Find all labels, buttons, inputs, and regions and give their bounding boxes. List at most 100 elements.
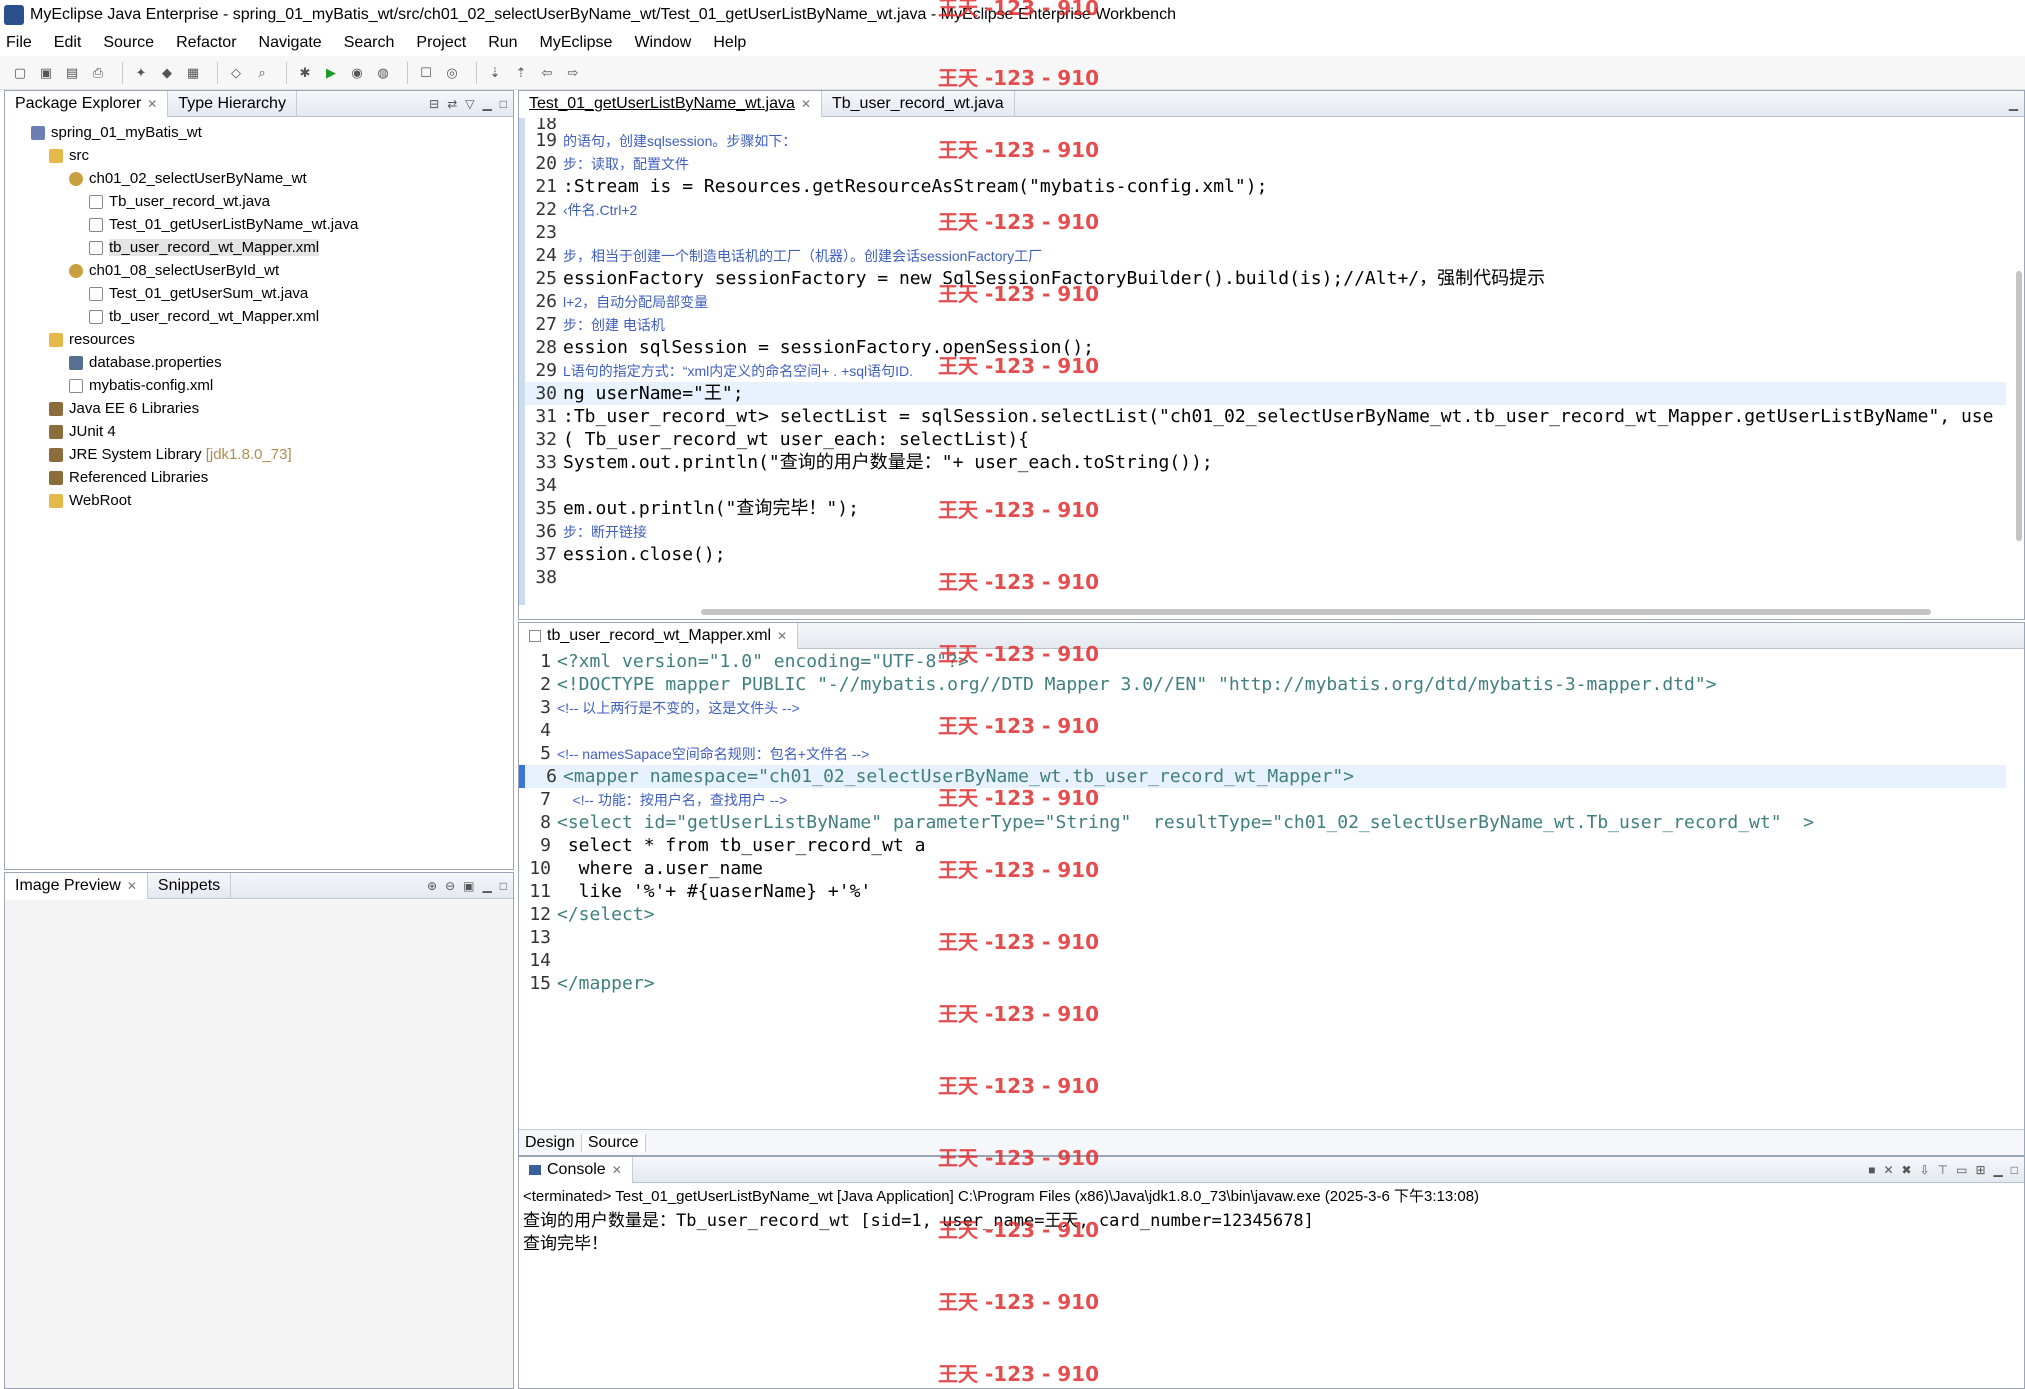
- java-code-area[interactable]: 18 19 的语句，创建sqlsession。步骤如下： 20 步：读取，配置文件 …: [519, 118, 2006, 605]
- tree-item-java[interactable]: Tb_user_record_wt.java: [5, 190, 513, 213]
- tab-console[interactable]: Console ✕: [519, 1156, 633, 1183]
- collapse-all-icon[interactable]: ⊟: [429, 97, 439, 111]
- menu-run[interactable]: Run: [488, 34, 517, 52]
- run-tools-icon[interactable]: ◉: [347, 63, 367, 83]
- minimize-icon[interactable]: ▁: [483, 879, 492, 893]
- tab-source[interactable]: Source: [580, 1133, 646, 1152]
- menu-refactor[interactable]: Refactor: [176, 34, 236, 52]
- scroll-lock-icon[interactable]: ⇩: [1920, 1163, 1930, 1177]
- link-editor-icon[interactable]: ⇄: [447, 97, 457, 111]
- tree-item-java[interactable]: Test_01_getUserSum_wt.java: [5, 282, 513, 305]
- code-line: 28 ession sqlSession = sessionFactory.ope…: [535, 337, 1095, 358]
- package-icon: [69, 171, 83, 186]
- close-icon[interactable]: ✕: [127, 879, 137, 893]
- tab-tb-user-record[interactable]: Tb_user_record_wt.java: [822, 90, 1015, 117]
- menu-source[interactable]: Source: [103, 34, 154, 52]
- menu-myeclipse[interactable]: MyEclipse: [540, 34, 613, 52]
- save-icon[interactable]: ▣: [36, 63, 56, 83]
- tree-item-src[interactable]: src: [5, 144, 513, 167]
- menu-edit[interactable]: Edit: [54, 34, 82, 52]
- code-line: 15 </mapper>: [529, 973, 655, 994]
- tab-image-preview[interactable]: Image Preview ✕: [5, 872, 148, 899]
- menu-navigate[interactable]: Navigate: [259, 34, 322, 52]
- prev-annotation-icon[interactable]: ⇡: [511, 63, 531, 83]
- tree-item-java[interactable]: Test_01_getUserListByName_wt.java: [5, 213, 513, 236]
- code-line: 13: [529, 927, 551, 948]
- task-icon[interactable]: ☐: [416, 63, 436, 83]
- tree-item-library[interactable]: JRE System Library [jdk1.8.0_73]: [5, 443, 513, 466]
- tree-item-resources[interactable]: resources: [5, 328, 513, 351]
- open-type-icon[interactable]: ◇: [226, 63, 246, 83]
- console-header: Console ✕ ■ ✕ ✖ ⇩ ⊤ ▭ ⊞ ▁ □: [519, 1156, 2024, 1183]
- terminate-icon[interactable]: ■: [1868, 1163, 1875, 1177]
- xml-editor-pane: tb_user_record_wt_Mapper.xml ✕ 1 <?xml ve…: [518, 622, 2025, 1156]
- xml-code-area[interactable]: 1 <?xml version="1.0" encoding="UTF-8"?> …: [519, 650, 2006, 1105]
- toolbar-separator: [286, 61, 287, 84]
- server-icon[interactable]: ▦: [183, 63, 203, 83]
- remove-launch-icon[interactable]: ✕: [1883, 1163, 1893, 1177]
- open-console-icon[interactable]: ⊞: [1975, 1163, 1985, 1177]
- project-icon: [31, 125, 45, 140]
- back-icon[interactable]: ⇦: [537, 63, 557, 83]
- new-icon[interactable]: ▢: [10, 63, 30, 83]
- fit-icon[interactable]: ▣: [463, 879, 474, 893]
- tree-item-properties[interactable]: database.properties: [5, 351, 513, 374]
- tab-type-hierarchy[interactable]: Type Hierarchy: [168, 90, 297, 117]
- vertical-scrollbar[interactable]: [2016, 271, 2022, 541]
- coverage-icon[interactable]: ◍: [373, 63, 393, 83]
- menu-file[interactable]: File: [6, 34, 32, 52]
- xml-file-icon: [529, 629, 541, 642]
- minimize-icon[interactable]: ▁: [2009, 97, 2018, 111]
- tree-item-package[interactable]: ch01_08_selectUserById_wt: [5, 259, 513, 282]
- menu-help[interactable]: Help: [713, 34, 746, 52]
- close-icon[interactable]: ✕: [777, 629, 787, 643]
- web-icon[interactable]: ◎: [442, 63, 462, 83]
- display-console-icon[interactable]: ▭: [1956, 1163, 1967, 1177]
- zoom-out-icon[interactable]: ⊖: [445, 879, 455, 893]
- close-icon[interactable]: ✕: [612, 1163, 622, 1177]
- minimize-icon[interactable]: ▁: [483, 97, 492, 111]
- print-icon[interactable]: ⎙: [88, 63, 108, 83]
- next-annotation-icon[interactable]: ⇣: [485, 63, 505, 83]
- search-icon[interactable]: ⌕: [252, 63, 272, 83]
- code-line: 29 L语句的指定方式：“xml内定义的命名空间+ . +sql语句ID.: [535, 360, 914, 381]
- tree-item-webroot[interactable]: WebRoot: [5, 489, 513, 512]
- forward-icon[interactable]: ⇨: [563, 63, 583, 83]
- horizontal-scrollbar[interactable]: [701, 609, 1931, 615]
- run-icon[interactable]: ▶: [321, 63, 341, 83]
- minimize-icon[interactable]: ▁: [1994, 1163, 2003, 1177]
- tab-xml-editor[interactable]: tb_user_record_wt_Mapper.xml ✕: [519, 622, 799, 649]
- save-all-icon[interactable]: ▤: [62, 63, 82, 83]
- tab-java-editor[interactable]: Test_01_getUserListByName_wt.java ✕: [519, 90, 822, 117]
- tree-item-xml[interactable]: tb_user_record_wt_Mapper.xml: [5, 305, 513, 328]
- tree-item-library[interactable]: Java EE 6 Libraries: [5, 397, 513, 420]
- debug-icon[interactable]: ✱: [295, 63, 315, 83]
- menu-window[interactable]: Window: [634, 34, 691, 52]
- maximize-icon[interactable]: □: [2011, 1163, 2018, 1177]
- menu-search[interactable]: Search: [344, 34, 395, 52]
- code-line: 4: [540, 720, 551, 741]
- maximize-icon[interactable]: □: [500, 97, 507, 111]
- deploy-icon[interactable]: ◆: [157, 63, 177, 83]
- menu-project[interactable]: Project: [416, 34, 466, 52]
- view-menu-icon[interactable]: ▽: [465, 97, 474, 111]
- tab-design[interactable]: Design: [519, 1134, 581, 1152]
- tree-item-project[interactable]: spring_01_myBatis_wt: [5, 121, 513, 144]
- close-icon[interactable]: ✕: [801, 97, 811, 111]
- tree-item-xml[interactable]: tb_user_record_wt_Mapper.xml: [5, 236, 513, 259]
- source-folder-icon: [49, 332, 63, 347]
- tree-item-library[interactable]: Referenced Libraries: [5, 466, 513, 489]
- remove-all-icon[interactable]: ✖: [1902, 1163, 1912, 1177]
- new-wizard-icon[interactable]: ✦: [131, 63, 151, 83]
- tree-item-xml[interactable]: mybatis-config.xml: [5, 374, 513, 397]
- tab-snippets[interactable]: Snippets: [148, 872, 232, 899]
- close-icon[interactable]: ✕: [147, 97, 157, 111]
- tab-package-explorer[interactable]: Package Explorer ✕: [5, 90, 169, 117]
- maximize-icon[interactable]: □: [500, 879, 507, 893]
- console-output[interactable]: 查询的用户数量是：Tb_user_record_wt [sid=1, user_…: [519, 1208, 2024, 1258]
- tree-item-package[interactable]: ch01_02_selectUserByName_wt: [5, 167, 513, 190]
- xml-file-icon: [69, 378, 83, 393]
- tree-item-library[interactable]: JUnit 4: [5, 420, 513, 443]
- pin-console-icon[interactable]: ⊤: [1938, 1163, 1948, 1177]
- zoom-in-icon[interactable]: ⊕: [427, 879, 437, 893]
